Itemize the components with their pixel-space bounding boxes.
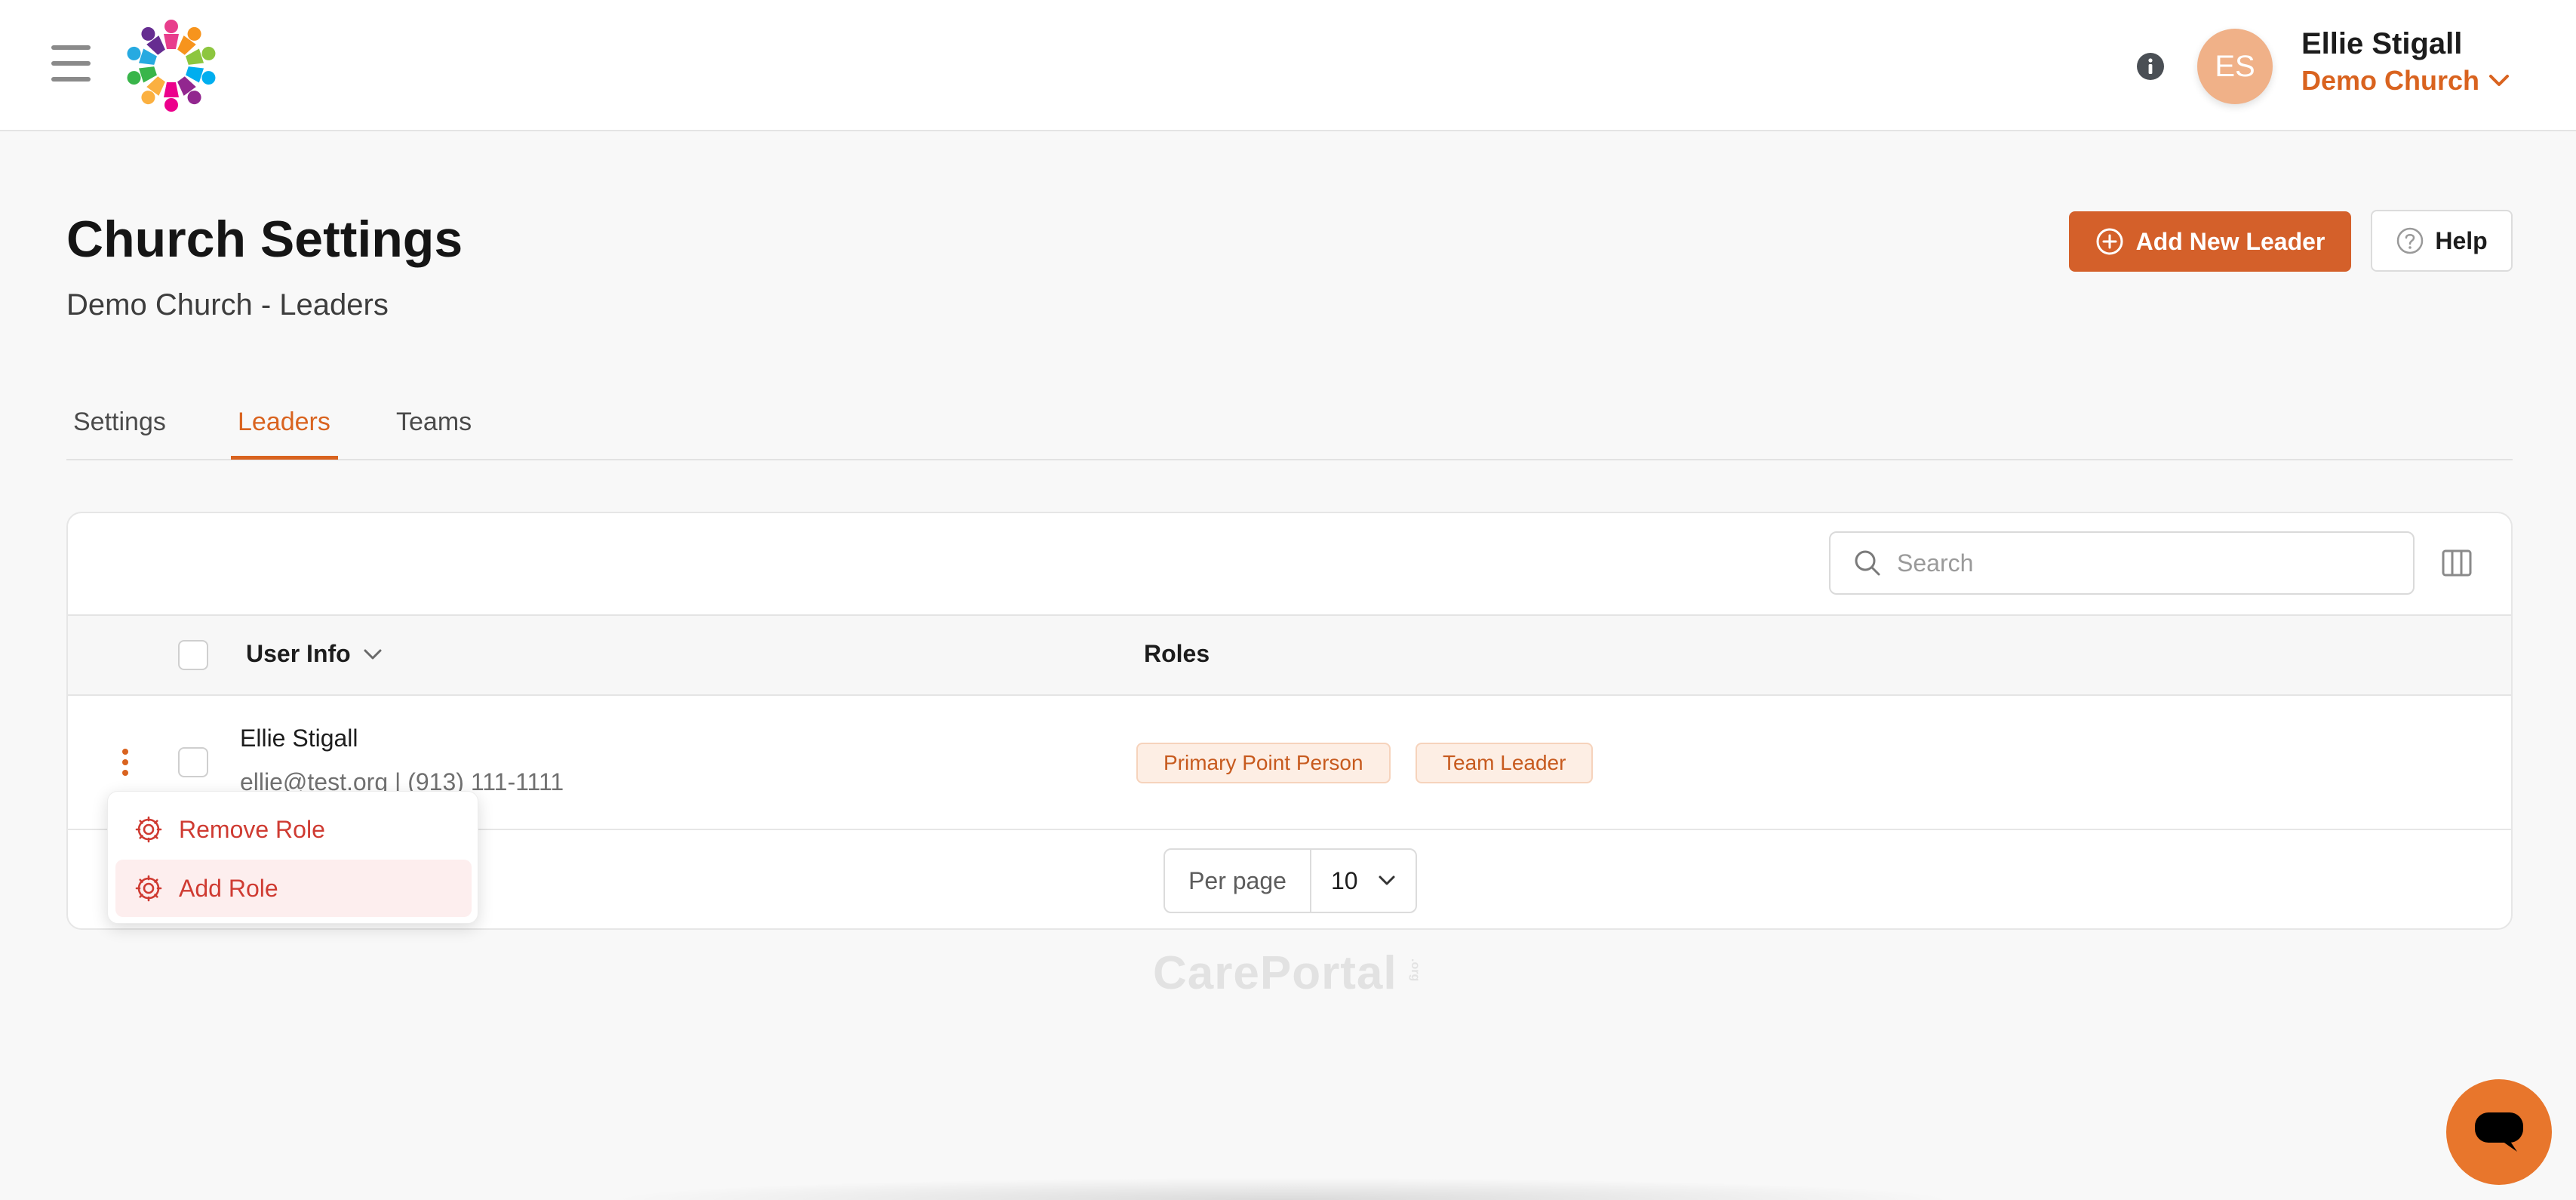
per-page-value: 10 — [1331, 866, 1358, 894]
remove-role-menu-item[interactable]: Remove Role — [115, 801, 472, 858]
tab-bar: Settings Leaders Teams — [66, 400, 2513, 460]
avatar[interactable]: ES — [2197, 29, 2273, 104]
kebab-icon[interactable] — [121, 749, 130, 776]
role-badge: Primary Point Person — [1136, 743, 1391, 783]
leader-name: Ellie Stigall — [240, 725, 358, 752]
per-page-label: Per page — [1165, 850, 1311, 912]
menu-icon[interactable] — [51, 45, 91, 82]
table-header: User Info Roles — [68, 614, 2511, 696]
gear-icon — [135, 875, 162, 902]
active-tab-indicator — [231, 456, 338, 460]
columns-icon[interactable] — [2442, 549, 2472, 577]
careportal-watermark-suffix: .org — [1409, 958, 1422, 982]
per-page-control: Per page 10 — [1164, 848, 1417, 913]
chat-button[interactable] — [2446, 1079, 2552, 1185]
bottom-shadow — [604, 1177, 1962, 1200]
column-header-user-info[interactable]: User Info — [246, 640, 383, 668]
help-circle-icon — [2397, 227, 2424, 254]
row-checkbox[interactable] — [178, 747, 208, 777]
plus-circle-icon — [2096, 228, 2123, 255]
add-new-leader-label: Add New Leader — [2135, 227, 2325, 255]
search-icon — [1855, 550, 1880, 576]
gear-icon — [135, 816, 162, 843]
add-new-leader-button[interactable]: Add New Leader — [2069, 211, 2351, 272]
page-subtitle: Demo Church - Leaders — [66, 288, 389, 322]
menu-item-label: Add Role — [179, 874, 278, 902]
search-input[interactable] — [1897, 549, 2380, 577]
tab-leaders[interactable]: Leaders — [238, 408, 330, 437]
tab-settings[interactable]: Settings — [73, 408, 166, 437]
careportal-watermark: CarePortal — [1153, 947, 1397, 999]
column-header-roles: Roles — [1144, 640, 1210, 667]
info-icon[interactable] — [2135, 51, 2166, 82]
help-label: Help — [2435, 226, 2488, 254]
search-field[interactable] — [1829, 531, 2415, 595]
chevron-down-icon — [2489, 75, 2510, 86]
chevron-down-icon — [364, 649, 382, 659]
top-bar: ES Ellie Stigall Demo Church — [0, 0, 2576, 131]
add-role-menu-item[interactable]: Add Role — [115, 860, 472, 917]
tab-teams[interactable]: Teams — [396, 408, 472, 437]
per-page-select[interactable]: 10 — [1311, 850, 1416, 912]
church-switcher[interactable]: Demo Church — [2301, 65, 2510, 97]
chat-icon — [2475, 1112, 2523, 1152]
chevron-down-icon — [1379, 875, 1395, 885]
page-title: Church Settings — [66, 211, 463, 268]
logo-icon[interactable] — [118, 12, 225, 119]
help-button[interactable]: Help — [2371, 210, 2513, 272]
user-name: Ellie Stigall — [2301, 27, 2463, 60]
select-all-checkbox[interactable] — [178, 640, 208, 670]
column-header-label: User Info — [246, 640, 351, 667]
church-name: Demo Church — [2301, 65, 2480, 96]
row-action-menu: Remove Role Add Role — [107, 791, 478, 924]
role-badge: Team Leader — [1416, 743, 1594, 783]
menu-item-label: Remove Role — [179, 815, 325, 843]
